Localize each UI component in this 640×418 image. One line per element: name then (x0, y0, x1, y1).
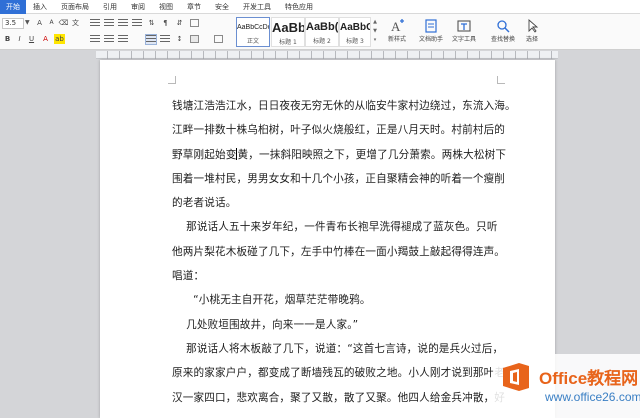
align-center-icon[interactable] (104, 35, 114, 44)
text-line[interactable]: 的老者说话。 (172, 191, 522, 215)
clear-format-icon[interactable]: ⌫ (58, 18, 69, 28)
text-line[interactable]: 围着一堆村民，男男女女和十几个小孩，正自聚精会神的听着一个瘦削 (172, 167, 522, 191)
text-line[interactable]: 他两片梨花木板碰了几下，左手中竹棒在一面小羯鼓上敲起得得连声。 (172, 240, 522, 264)
text-line[interactable]: 唱道： (172, 264, 522, 288)
numbered-list-icon[interactable] (104, 19, 114, 28)
menu-tab-view[interactable]: 视图 (152, 0, 180, 14)
menu-tab-insert[interactable]: 插入 (26, 0, 54, 14)
style-heading-2-sample: AaBb( (306, 21, 338, 33)
menu-bar: 开始 插入 页面布局 引用 审阅 视图 章节 安全 开发工具 特色应用 (0, 0, 640, 14)
doc-assistant-button[interactable]: 文档助手 (414, 17, 448, 47)
text-line[interactable]: 那说话人将木板敲了几下，说道：“这首七言诗，说的是兵火过后， (172, 337, 522, 361)
style-heading-2-label: 标题 2 (313, 38, 331, 45)
text-line[interactable]: 汉一家四口，悲欢离合，聚了又散，散了又聚。他四人给金兵冲散，好 (172, 386, 522, 410)
new-style-label: 新样式 (387, 36, 406, 43)
text-line[interactable]: 野草刚起始变黄，一抹斜阳映照之下，更增了几分萧索。两株大松树下 (172, 143, 522, 167)
grow-font-icon[interactable]: A (34, 18, 45, 28)
menu-tab-chapter[interactable]: 章节 (180, 0, 208, 14)
chinese-layout-icon[interactable]: ⇅ (146, 18, 157, 28)
style-heading-3-label: 标题 3 (346, 38, 364, 45)
table-border-icon[interactable] (190, 19, 199, 27)
menu-tab-references[interactable]: 引用 (96, 0, 124, 14)
underline-icon[interactable]: U (26, 34, 37, 44)
menu-tab-page-layout[interactable]: 页面布局 (54, 0, 96, 14)
decrease-indent-icon[interactable] (118, 19, 128, 28)
text-tools-label: 文字工具 (451, 36, 476, 43)
menu-tab-special-apps[interactable]: 特色应用 (278, 0, 320, 14)
justify-icon[interactable] (145, 34, 157, 45)
svg-text:A: A (391, 19, 401, 33)
distributed-align-icon[interactable] (160, 35, 170, 44)
document-text-body[interactable]: 钱塘江浩浩江水，日日夜夜无穷无休的从临安牛家村边绕过，东流入海。 江畔一排数十株乌… (172, 94, 522, 410)
search-icon (497, 20, 510, 33)
watermark-title: Office教程网 (539, 369, 639, 388)
text-line[interactable]: 钱塘江浩浩江水，日日夜夜无穷无休的从临安牛家村边绕过，东流入海。 (172, 94, 522, 118)
watermark-url: www.office26.com (545, 390, 640, 404)
shading-icon[interactable] (190, 35, 199, 43)
show-marks-icon[interactable]: ¶ (160, 18, 171, 28)
style-heading-1-sample: AaBb (272, 20, 304, 35)
style-heading-1-label: 标题 1 (279, 39, 297, 46)
text-caret (236, 147, 238, 160)
select-label: 选择 (525, 36, 538, 43)
doc-assistant-label: 文档助手 (418, 36, 443, 43)
style-heading-3-sample: AaBbC (340, 22, 370, 33)
style-normal[interactable]: AaBbCcDd 正文 (236, 17, 270, 47)
ribbon-toolbar: 3.5 ▼ A A ⌫ 文 ⇅ ¶ ⇵ B I U A ab ↕ AaBbCcD… (0, 14, 640, 50)
margin-corner-top-left (168, 76, 176, 84)
text-line[interactable]: 几处败垣围故井，向来一一是人家。” (172, 313, 522, 337)
new-style-button[interactable]: A 新样式 (380, 17, 414, 47)
style-normal-sample: AaBbCcDd (237, 24, 269, 31)
office-logo-icon (503, 363, 529, 391)
text-line[interactable]: 江畔一排数十株乌桕树，叶子似火烧般红，正是八月天时。村前村后的 (172, 118, 522, 142)
margin-corner-top-right (497, 76, 505, 84)
find-replace-label: 查找替换 (490, 36, 515, 43)
text-line[interactable]: 原来的家家户户，都变成了断墙残瓦的破败之地。小人刚才说到那叶老 (172, 361, 522, 385)
pinyin-icon[interactable]: 文 (70, 18, 81, 28)
style-gallery-scroll[interactable]: ▲ ▼ ▾ (371, 18, 379, 44)
doc-assistant-icon (425, 19, 437, 33)
bullet-list-icon[interactable] (90, 19, 100, 28)
horizontal-ruler[interactable] (96, 51, 558, 59)
menu-tab-developer[interactable]: 开发工具 (236, 0, 278, 14)
style-heading-2[interactable]: AaBb( 标题 2 (305, 17, 339, 47)
text-line[interactable]: “小桃无主自开花，烟草茫茫带晚鸦。 (172, 288, 522, 312)
borders-icon[interactable] (214, 35, 223, 43)
font-size-dropdown-icon[interactable]: ▼ (25, 19, 30, 26)
text-line[interactable]: 那说话人五十来岁年纪，一件青布长袍早洗得褪成了蓝灰色。只听 (172, 215, 522, 239)
highlight-icon[interactable]: ab (54, 34, 65, 44)
site-watermark: Office教程网 www.office26.com (493, 354, 640, 418)
align-right-icon[interactable] (118, 35, 128, 44)
menu-tab-security[interactable]: 安全 (208, 0, 236, 14)
text-tools-button[interactable]: 文字工具 (447, 17, 481, 47)
shrink-font-icon[interactable]: A (46, 18, 57, 28)
increase-indent-icon[interactable] (132, 19, 142, 28)
style-normal-label: 正文 (246, 38, 259, 45)
text-tools-icon (457, 20, 471, 32)
bold-icon[interactable]: B (2, 34, 13, 44)
style-heading-3[interactable]: AaBbC 标题 3 (339, 17, 371, 47)
sort-icon[interactable]: ⇵ (174, 18, 185, 28)
font-size-input[interactable]: 3.5 (2, 18, 24, 29)
select-button[interactable]: 选择 (521, 17, 543, 47)
menu-tab-review[interactable]: 审阅 (124, 0, 152, 14)
find-replace-button[interactable]: 查找替换 (486, 17, 520, 47)
font-color-icon[interactable]: A (40, 34, 51, 44)
italic-icon[interactable]: I (14, 34, 25, 44)
style-heading-1[interactable]: AaBb 标题 1 (271, 17, 305, 47)
cursor-icon (528, 19, 539, 33)
document-page[interactable]: 钱塘江浩浩江水，日日夜夜无穷无休的从临安牛家村边绕过，东流入海。 江畔一排数十株乌… (100, 60, 555, 418)
align-left-icon[interactable] (90, 35, 100, 44)
line-spacing-icon[interactable]: ↕ (174, 34, 185, 44)
new-style-icon: A (391, 19, 404, 33)
menu-tab-home[interactable]: 开始 (0, 0, 26, 14)
